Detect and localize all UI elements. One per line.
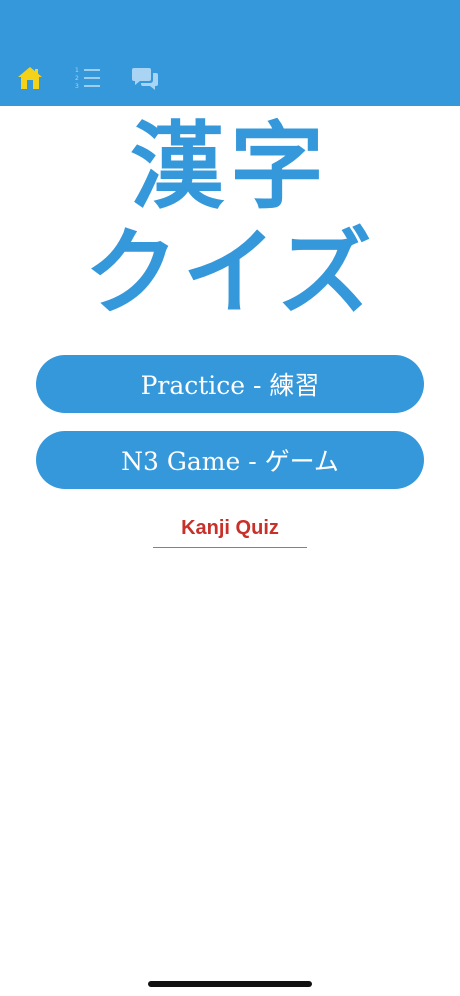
practice-button[interactable]: Practice - 練習 [36,355,424,413]
home-icon[interactable] [16,64,44,92]
svg-text:3: 3 [75,83,79,90]
kanji-quiz-link[interactable]: Kanji Quiz [0,516,460,540]
numbered-list-icon[interactable]: 1 2 3 [74,64,102,92]
page-title-kanji: 漢字 [129,112,330,222]
home-indicator [148,981,312,987]
top-bar: 1 2 3 [0,0,460,106]
svg-text:2: 2 [75,75,79,82]
svg-text:1: 1 [75,67,79,74]
chat-icon[interactable] [131,64,159,92]
page-title-kana: クイズ [84,218,376,328]
n3-game-button[interactable]: N3 Game - ゲーム [36,431,424,489]
kanji-quiz-underline [153,547,307,548]
